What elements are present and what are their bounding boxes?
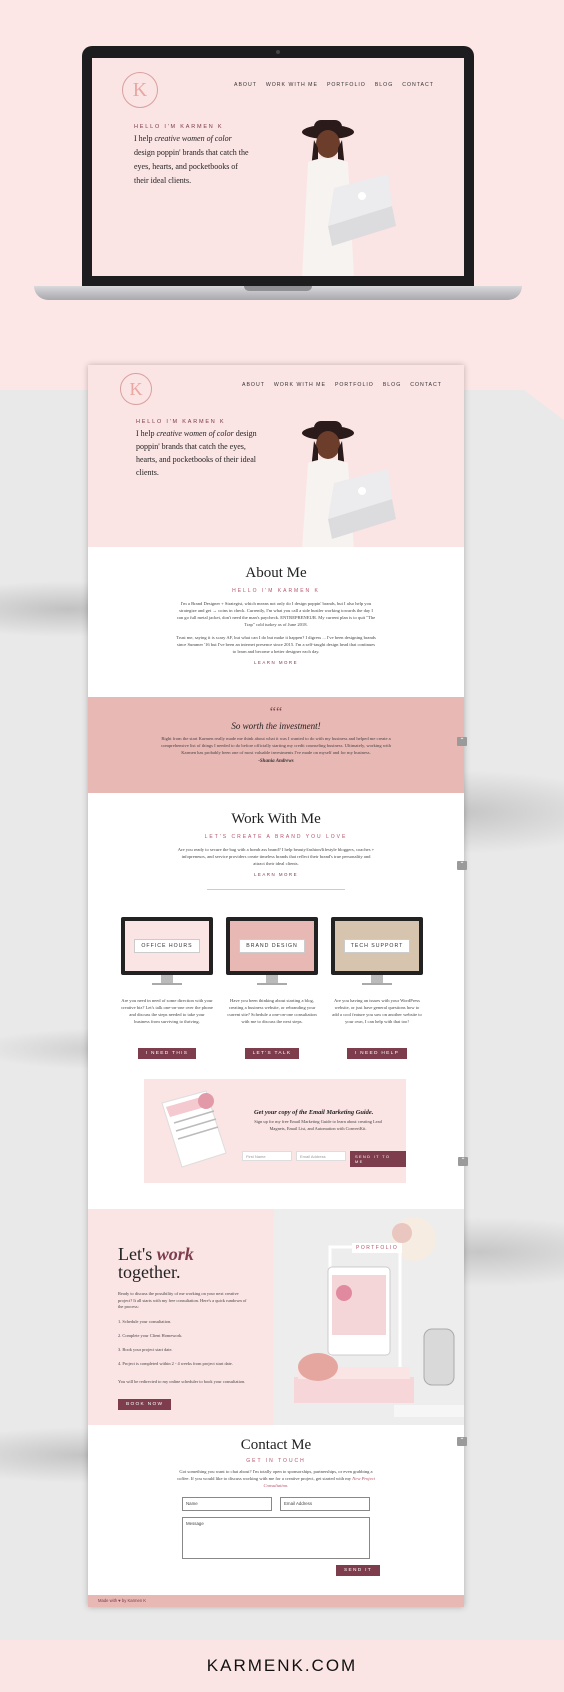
laptop-screen: K ABOUT WORK WITH ME PORTFOLIO BLOG CONT…: [82, 46, 474, 286]
process-title: Let's work together.: [118, 1244, 194, 1282]
process-step-1: 1. Schedule your consultation.: [118, 1319, 172, 1324]
about-section: About Me HELLO I'M KARMEN K I'm a Brand …: [88, 565, 464, 665]
nav-portfolio[interactable]: PORTFOLIO: [327, 82, 366, 88]
optin-first-name[interactable]: First Name: [242, 1151, 292, 1161]
portfolio-label[interactable]: PORTFOLIO: [352, 1243, 403, 1253]
laptop-display: K ABOUT WORK WITH ME PORTFOLIO BLOG CONT…: [92, 58, 464, 276]
contact-submit[interactable]: SEND IT: [336, 1565, 381, 1576]
portfolio-image: PORTFOLIO: [274, 1209, 464, 1425]
scroll-top-icon[interactable]: ⌃: [457, 737, 467, 746]
service-button-1[interactable]: I NEED THIS: [137, 1048, 197, 1059]
website-page: K ABOUT WORK WITH ME PORTFOLIO BLOG CONT…: [88, 365, 468, 1607]
laptop-nav: ABOUT WORK WITH ME PORTFOLIO BLOG CONTAC…: [234, 82, 434, 88]
contact-message-input[interactable]: Message: [182, 1517, 370, 1559]
page-hero-kicker: HELLO I'M KARMEN K: [136, 419, 226, 425]
guide-book-image: [156, 1087, 232, 1176]
contact-email-input[interactable]: Email Address: [280, 1497, 370, 1511]
process-intro: Ready to discuss the possibility of me w…: [118, 1291, 247, 1309]
book-now-button[interactable]: BOOK NOW: [118, 1399, 172, 1410]
process-step-2: 2. Complete your Client Homework.: [118, 1333, 183, 1338]
service-monitor-3: TECH SUPPORT: [331, 917, 423, 985]
testimonial-author: -Shania Andrews: [258, 759, 294, 764]
process-step-3: 3. Book your project start date.: [118, 1347, 173, 1352]
optin-body: Sign up for my free Email Marketing Guid…: [254, 1119, 382, 1131]
service-button-2[interactable]: LET'S TALK: [244, 1048, 300, 1059]
main-nav-about[interactable]: ABOUT: [242, 382, 265, 388]
logo-letter: K: [132, 78, 148, 101]
hero-section: K ABOUT WORK WITH ME PORTFOLIO BLOG CONT…: [88, 365, 464, 547]
hero-portrait: [288, 118, 398, 276]
process-step-4: 4. Project is completed within 2 - 4 wee…: [118, 1361, 233, 1366]
contact-section: Contact Me GET IN TOUCH Got something yo…: [88, 1437, 467, 1489]
page-hero-tagline: I help creative women of color design po…: [136, 429, 257, 477]
page-logo-letter: K: [129, 378, 143, 399]
testimonial-title: So worth the investment!: [231, 721, 321, 731]
contact-name-input[interactable]: Name: [182, 1497, 272, 1511]
work-section: Work With Me LET'S CREATE A BRAND YOU LO…: [88, 811, 467, 890]
scroll-top-icon-4[interactable]: ⌃: [457, 1437, 467, 1446]
main-nav-blog[interactable]: BLOG: [383, 382, 401, 388]
main-nav-portfolio[interactable]: PORTFOLIO: [335, 382, 374, 388]
nav-about[interactable]: ABOUT: [234, 82, 257, 88]
about-subtitle: HELLO I'M KARMEN K: [232, 588, 320, 594]
site-footer: Made with ♥ by Karmen K: [88, 1595, 464, 1607]
camera-dot: [276, 50, 280, 54]
process-section: Let's work together. Ready to discuss the…: [88, 1209, 274, 1425]
contact-subtitle: GET IN TOUCH: [246, 1458, 306, 1464]
optin-submit[interactable]: SEND IT TO ME: [350, 1151, 406, 1167]
optin-title: Get your copy of the Email Marketing Gui…: [254, 1109, 374, 1116]
testimonial-section: ““ So worth the investment! Right from t…: [88, 697, 467, 793]
scroll-top-icon-3[interactable]: ⌃: [458, 1157, 468, 1166]
service-text-1: Are you need in need of some direction w…: [121, 998, 213, 1024]
work-title: Work With Me: [231, 811, 321, 827]
nav-contact[interactable]: CONTACT: [402, 82, 434, 88]
service-label-2: BRAND DESIGN: [239, 939, 305, 953]
main-nav: ABOUT WORK WITH ME PORTFOLIO BLOG CONTAC…: [242, 382, 442, 388]
brand-banner: KARMENK.COM: [0, 1640, 564, 1692]
work-subtitle: LET'S CREATE A BRAND YOU LOVE: [204, 834, 348, 840]
service-monitor-2: BRAND DESIGN: [226, 917, 318, 985]
service-label-1: OFFICE HOURS: [134, 939, 200, 953]
scroll-top-icon-2[interactable]: ⌃: [457, 861, 467, 870]
about-learn-more[interactable]: LEARN MORE: [88, 660, 464, 665]
nav-blog[interactable]: BLOG: [375, 82, 393, 88]
contact-body: Got something you want to chat about? I'…: [177, 1469, 375, 1488]
service-label-3: TECH SUPPORT: [343, 939, 411, 953]
service-text-2: Have you been thinking about starting a …: [227, 998, 317, 1024]
work-body: Are you ready to secure the bag with a b…: [177, 847, 375, 866]
service-monitor-1: OFFICE HOURS: [121, 917, 213, 985]
process-note: You will be redirected to my online sche…: [118, 1379, 246, 1384]
hero-tagline: I help creative women of color design po…: [134, 134, 249, 185]
main-nav-work[interactable]: WORK WITH ME: [274, 382, 326, 388]
main-nav-contact[interactable]: CONTACT: [410, 382, 442, 388]
testimonial-body: Right from the start Karmen really made …: [161, 736, 391, 755]
service-button-3[interactable]: I NEED HELP: [346, 1048, 408, 1059]
domain-name: KARMENK.COM: [206, 1656, 358, 1675]
optin-email[interactable]: Email Address: [296, 1151, 346, 1161]
contact-title: Contact Me: [240, 1437, 312, 1453]
service-text-3: Are you having an issues with your WordP…: [332, 998, 422, 1024]
about-title: About Me: [245, 565, 307, 581]
laptop-notch: [244, 286, 312, 291]
about-paragraph-1: I'm a Brand Designer + Strategist, which…: [176, 601, 376, 627]
page-hero-portrait: [288, 419, 404, 547]
brand-logo[interactable]: K: [122, 72, 158, 108]
work-learn-more[interactable]: LEARN MORE: [88, 872, 464, 877]
hero-kicker: HELLO I'M KARMEN K: [134, 124, 224, 130]
optin-box: Get your copy of the Email Marketing Gui…: [144, 1079, 468, 1183]
quote-icon: ““: [269, 705, 283, 720]
page-logo[interactable]: K: [120, 373, 152, 405]
divider: [207, 889, 345, 890]
about-paragraph-2: Trust me, saying it is scary AF, but wha…: [176, 635, 376, 654]
nav-work[interactable]: WORK WITH ME: [266, 82, 318, 88]
